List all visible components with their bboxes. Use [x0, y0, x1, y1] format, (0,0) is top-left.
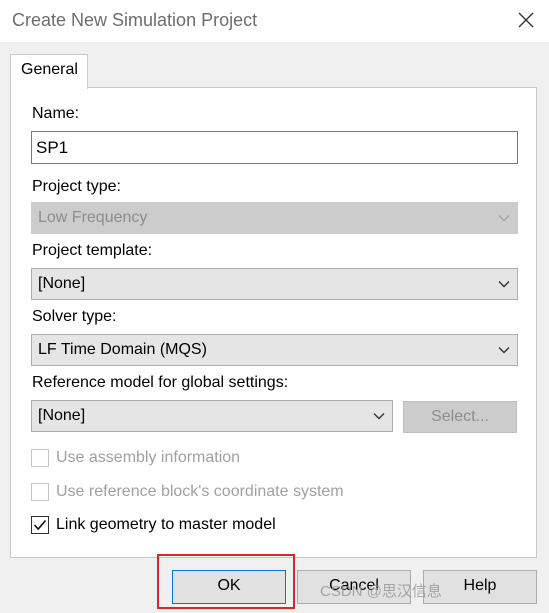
- name-label: Name:: [32, 105, 80, 122]
- project-type-value: Low Frequency: [38, 209, 148, 226]
- solver-type-label: Solver type:: [32, 308, 117, 325]
- project-type-label: Project type:: [32, 178, 121, 195]
- use-reference-block-checkbox: [31, 483, 49, 501]
- chevron-down-icon: [373, 413, 385, 420]
- chevron-down-icon: [498, 347, 510, 354]
- reference-model-value: [None]: [38, 407, 86, 424]
- use-assembly-checkbox: [31, 449, 49, 467]
- tab-general[interactable]: General: [10, 54, 88, 89]
- use-reference-block-label: Use reference block's coordinate system: [56, 483, 344, 500]
- title-bar: Create New Simulation Project: [0, 0, 549, 42]
- name-field[interactable]: [31, 131, 518, 164]
- use-assembly-label: Use assembly information: [56, 449, 241, 466]
- close-icon: [518, 12, 534, 28]
- name-input[interactable]: [32, 132, 517, 163]
- chevron-down-icon: [498, 215, 510, 222]
- watermark-text: CSDN @思汉信息: [320, 583, 442, 600]
- select-button-label: Select...: [431, 408, 489, 425]
- link-geometry-checkbox[interactable]: [31, 516, 49, 534]
- checkmark-icon: [33, 519, 47, 531]
- window-title: Create New Simulation Project: [12, 10, 258, 30]
- tab-general-label: General: [21, 61, 78, 78]
- reference-model-select[interactable]: [None]: [31, 400, 393, 432]
- select-button: Select...: [403, 401, 517, 433]
- project-template-select[interactable]: [None]: [31, 268, 518, 300]
- reference-model-label: Reference model for global settings:: [32, 374, 289, 391]
- link-geometry-label[interactable]: Link geometry to master model: [56, 516, 276, 534]
- solver-type-value: LF Time Domain (MQS): [38, 341, 207, 358]
- project-template-label: Project template:: [32, 242, 153, 259]
- project-type-select: Low Frequency: [31, 202, 518, 234]
- ok-highlight-box: [157, 554, 295, 609]
- chevron-down-icon: [498, 281, 510, 288]
- solver-type-select[interactable]: LF Time Domain (MQS): [31, 334, 518, 366]
- close-button[interactable]: [511, 6, 541, 34]
- project-template-value: [None]: [38, 275, 86, 292]
